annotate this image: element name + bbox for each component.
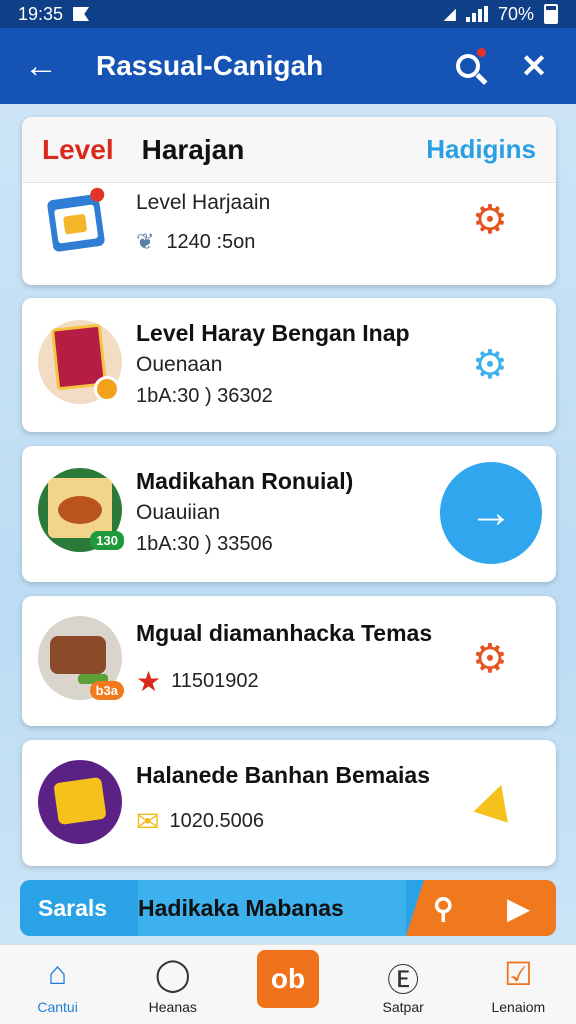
nav-item-coin[interactable]: Ⓔ Satpar — [353, 955, 453, 1015]
coin-icon: Ⓔ — [387, 961, 420, 998]
gear-icon[interactable]: ⚙ — [472, 636, 508, 682]
item-title: Level Haray Bengan Inap — [136, 320, 410, 346]
app-bar: ← Rassual-Canigah ✕ — [0, 28, 576, 104]
search-icon[interactable]: ⚲ — [433, 892, 454, 925]
item-amount: 1240 :5on — [166, 230, 256, 253]
arrow-right-button[interactable]: → — [440, 462, 542, 564]
tools-icon[interactable]: ✕ — [516, 48, 552, 84]
nav-item-home[interactable]: ⌂ Cantui — [8, 955, 108, 1015]
back-arrow-icon[interactable]: ← — [24, 47, 64, 86]
signal-icon — [465, 6, 488, 22]
pyramid-icon[interactable] — [473, 779, 519, 823]
nav-label: Satpar — [382, 998, 424, 1015]
gear-icon[interactable]: ⚙ — [472, 197, 508, 243]
price-badge: 130 — [90, 531, 124, 550]
paw-icon: ❦ — [136, 229, 155, 254]
page-title: Rassual-Canigah — [96, 50, 324, 81]
wifi-icon: ◢ — [443, 6, 456, 23]
header-card: Level Harajan Hadigins Level Harjaain ❦ … — [22, 117, 556, 285]
nav-label: Heanas — [148, 998, 197, 1015]
notification-flag-icon — [73, 7, 90, 21]
battery-percent: 70% — [497, 3, 534, 24]
level-label: Level — [42, 133, 114, 165]
nav-label: Lenaiom — [491, 998, 546, 1015]
banner-title: Hadikaka Mabanas — [138, 880, 406, 936]
play-icon[interactable]: ▶ — [507, 892, 529, 925]
list-item[interactable]: Level Harjaain ❦ 1240 :5on ⚙ — [22, 183, 556, 283]
food-poster-icon — [38, 320, 122, 404]
nav-label: Cantui — [37, 998, 78, 1015]
promo-banner[interactable]: Sarals Hadikaka Mabanas ⚲ ▶ — [20, 880, 556, 936]
nav-item-chat[interactable]: ◯ Heanas — [123, 955, 223, 1015]
search-icon — [456, 54, 480, 78]
item-title: Madikahan Ronuial) — [136, 468, 354, 494]
status-bar: 19:35 ◢ 70% — [0, 0, 576, 28]
nav-item-center[interactable]: ob — [238, 949, 338, 1008]
notification-dot — [477, 48, 486, 57]
item-title: Level Harjaain — [136, 191, 271, 214]
item-amount: 1020.5006 — [169, 810, 265, 832]
item-subtitle: Ouenaan — [136, 353, 223, 376]
header-link[interactable]: Hadigins — [426, 134, 536, 165]
calendar-icon — [46, 186, 106, 253]
card-header: Level Harajan Hadigins — [22, 117, 556, 183]
bottom-nav: ⌂ Cantui ◯ Heanas ob Ⓔ Satpar ☑ Lenaiom — [0, 944, 576, 1024]
item-amount: 1bA:30 ) 33506 — [136, 533, 273, 555]
item-title: Halanede Banhan Bemaias — [136, 762, 431, 788]
item-subtitle: Ouauiian — [136, 501, 221, 524]
search-button[interactable] — [450, 48, 486, 84]
item-amount: 11501902 — [171, 670, 259, 692]
nav-item-edit[interactable]: ☑ Lenaiom — [468, 955, 568, 1015]
envelope-icon: ✉ — [136, 806, 160, 837]
gear-icon[interactable]: ⚙ — [472, 342, 508, 388]
status-time: 19:35 — [18, 3, 64, 24]
list-item[interactable]: Level Haray Bengan Inap Ouenaan 1bA:30 )… — [22, 298, 556, 432]
item-title: Mgual diamanhacka Temas — [136, 620, 433, 646]
edit-icon: ☑ — [504, 955, 533, 992]
list-item[interactable]: 130 Madikahan Ronuial) Ouauiian 1bA:30 )… — [22, 446, 556, 582]
gold-bar-icon — [38, 760, 122, 844]
list-item[interactable]: b3a Mgual diamanhacka Temas ★ 11501902 ⚙ — [22, 596, 556, 726]
star-icon: ★ — [136, 666, 162, 697]
arrow-right-icon: → — [469, 488, 513, 537]
chat-icon: ◯ — [154, 955, 191, 992]
item-amount: 1bA:30 ) 36302 — [136, 385, 273, 407]
header-title: Harajan — [141, 133, 245, 165]
battery-icon — [544, 4, 558, 24]
home-icon: ⌂ — [47, 954, 68, 991]
price-badge: b3a — [89, 681, 124, 700]
food-dish-icon: 130 — [38, 468, 124, 552]
list-item[interactable]: Halanede Banhan Bemaias ✉ 1020.5006 — [22, 740, 556, 866]
center-action-icon: ob — [256, 949, 319, 1008]
roast-meat-icon: b3a — [38, 616, 124, 700]
banner-label: Sarals — [38, 894, 108, 921]
banner-actions: ⚲ ▶ — [406, 880, 556, 936]
